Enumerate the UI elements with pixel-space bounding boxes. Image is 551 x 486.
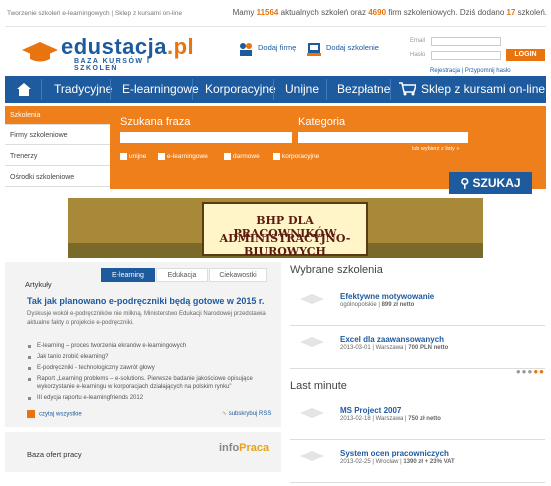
- jobs-box[interactable]: Baza ofert pracy infoPraca: [5, 432, 281, 472]
- divider: [5, 26, 546, 27]
- course-name[interactable]: Efektywne motywowanie: [340, 292, 434, 301]
- side-item-szkolenia[interactable]: Szkolenia: [5, 106, 110, 125]
- phrase-input[interactable]: [120, 132, 292, 143]
- logo[interactable]: edustacja.pl BAZA KURSÓW I SZKOLEŃ: [20, 34, 194, 72]
- add-training-icon: [307, 43, 321, 56]
- password-field[interactable]: [431, 51, 501, 60]
- email-label: Email: [410, 38, 426, 44]
- logo-text: edustacja.pl: [61, 34, 195, 59]
- checkbox-darmowe[interactable]: darmowe: [224, 153, 260, 160]
- course-item[interactable]: MS Project 2007 2013-02-18 | Warszawa | …: [290, 396, 545, 440]
- nav-separator: [273, 79, 274, 100]
- list-item[interactable]: E-podręczniki - technologiczny zawrót gł…: [27, 364, 277, 372]
- read-all-link[interactable]: czytaj wszystkie: [27, 410, 82, 418]
- login-button[interactable]: LOGIN: [506, 49, 545, 61]
- banner-line-2: ADMINISTRACYJNO-BIUROWYCH: [219, 232, 351, 258]
- nav-separator: [41, 79, 42, 100]
- rss-icon: ∿: [222, 411, 229, 417]
- article-headline[interactable]: Tak jak planowano e-podręczniki będą got…: [27, 296, 264, 306]
- top-bar: Tworzenie szkoleń e-learningowych | Skle…: [0, 0, 551, 26]
- list-item[interactable]: E-learning – proces tworzenia ekranów e-…: [27, 342, 277, 350]
- stats-text: Mamy 11564 aktualnych szkoleń oraz 4690 …: [232, 8, 547, 17]
- articles-box: E-learning Edukacja Ciekawostki Artykuły…: [5, 262, 281, 427]
- course-detail: 2013-03-01 | Warszawa | 700 PLN netto: [340, 345, 449, 351]
- carousel-dots[interactable]: ●●●●●: [516, 367, 545, 376]
- rss-link[interactable]: ∿ subskrybuj RSS: [222, 410, 271, 417]
- nav-item-shop[interactable]: Sklep z kursami on-line: [421, 82, 545, 96]
- add-company-link[interactable]: Dodaj firmę: [258, 43, 296, 52]
- right-column: Wybrane szkolenia Efektywne motywowanie …: [290, 262, 545, 484]
- course-item[interactable]: System ocen pracowniczych 2013-02-25 | W…: [290, 439, 545, 483]
- section-label: Artykuły: [25, 280, 52, 289]
- top-links[interactable]: Tworzenie szkoleń e-learningowych | Skle…: [7, 10, 182, 17]
- nav-item-tradycyjne[interactable]: Tradycyjne: [54, 82, 112, 96]
- course-detail: 2013-02-18 | Warszawa | 750 zł netto: [340, 416, 441, 422]
- banner-sign: BHP DLA PRACOWNIKÓW ADMINISTRACYJNO-BIUR…: [202, 202, 368, 258]
- checkbox-elearningowe[interactable]: e-learningowe: [158, 153, 208, 160]
- nav-item-elearningowe[interactable]: E-learningowe: [122, 82, 199, 96]
- home-icon[interactable]: [17, 83, 31, 96]
- nav-separator: [192, 79, 193, 100]
- hat-icon: [22, 42, 58, 62]
- jobs-label: Baza ofert pracy: [27, 450, 82, 459]
- nav-separator: [390, 79, 391, 100]
- course-name[interactable]: MS Project 2007: [340, 406, 401, 415]
- last-minute-title: Last minute: [290, 380, 347, 392]
- side-menu: Szkolenia Firmy szkoleniowe Trenerzy Ośr…: [5, 106, 110, 189]
- side-item-firmy[interactable]: Firmy szkoleniowe: [5, 126, 110, 145]
- course-item[interactable]: Excel dla zaawansowanych 2013-03-01 | Wa…: [290, 325, 545, 369]
- email-field[interactable]: [431, 37, 501, 46]
- hat-icon: [300, 294, 324, 304]
- checkbox-unijne[interactable]: unijne: [120, 153, 146, 160]
- arrow-icon: [27, 410, 35, 418]
- category-label: Kategoria: [298, 116, 346, 128]
- list-item[interactable]: III edycja raportu e-learningfriends 201…: [27, 394, 277, 402]
- course-name[interactable]: System ocen pracowniczych: [340, 449, 449, 458]
- nav-separator: [326, 79, 327, 100]
- course-detail: 2013-02-25 | Wrocław | 1390 zł + 23% VAT: [340, 459, 455, 465]
- add-company-icon: [240, 43, 252, 56]
- side-item-osrodki[interactable]: Ośrodki szkoleniowe: [5, 168, 110, 187]
- tab-ciekawostki[interactable]: Ciekawostki: [209, 268, 267, 282]
- category-input[interactable]: [298, 132, 468, 143]
- hat-icon: [300, 408, 324, 418]
- tab-edukacja[interactable]: Edukacja: [156, 268, 208, 282]
- list-item[interactable]: Jak tanio zrobić elearning?: [27, 353, 277, 361]
- side-item-trenerzy[interactable]: Trenerzy: [5, 147, 110, 166]
- article-desc: Dyskusje wokół e-podręczników nie milkną…: [27, 311, 266, 326]
- course-detail: ogólnopolskie | 899 zł netto: [340, 302, 415, 308]
- hat-icon: [300, 337, 324, 347]
- register-links[interactable]: Rejestracja | Przypomnij hasło: [430, 68, 511, 74]
- main-nav: Tradycyjne E-learningowe Korporacyjne Un…: [5, 76, 546, 103]
- login-box: Email Hasło LOGIN Rejestracja | Przypomn…: [405, 36, 545, 76]
- phrase-label: Szukana fraza: [120, 116, 191, 128]
- article-list: E-learning – proces tworzenia ekranów e-…: [27, 342, 277, 405]
- selected-title: Wybrane szkolenia: [290, 264, 383, 276]
- tab-elearning[interactable]: E-learning: [101, 268, 155, 282]
- nav-item-bezplatne[interactable]: Bezpłatne: [337, 82, 390, 96]
- nav-item-unijne[interactable]: Unijne: [285, 82, 319, 96]
- nav-item-korporacyjne[interactable]: Korporacyjne: [205, 82, 276, 96]
- password-label: Hasło: [410, 52, 426, 58]
- hat-icon: [300, 451, 324, 461]
- search-icon: ⚲: [460, 176, 473, 190]
- infopraca-logo: infoPraca: [219, 442, 270, 454]
- choose-from-list-link[interactable]: lub wybierz z listy »: [412, 146, 459, 152]
- list-item[interactable]: Raport „Learning problems – e-solutions.…: [27, 375, 277, 391]
- checkbox-korporacyjne[interactable]: korporacyjne: [273, 153, 319, 160]
- course-name[interactable]: Excel dla zaawansowanych: [340, 335, 444, 344]
- search-button[interactable]: ⚲ SZUKAJ: [449, 172, 532, 194]
- nav-separator: [110, 79, 111, 100]
- cart-icon: [399, 82, 416, 96]
- logo-subtitle: BAZA KURSÓW I SZKOLEŃ: [74, 58, 151, 72]
- course-item[interactable]: Efektywne motywowanie ogólnopolskie | 89…: [290, 282, 545, 326]
- ad-banner[interactable]: BHP DLA PRACOWNIKÓW ADMINISTRACYJNO-BIUR…: [68, 198, 483, 258]
- add-training-link[interactable]: Dodaj szkolenie: [326, 43, 379, 52]
